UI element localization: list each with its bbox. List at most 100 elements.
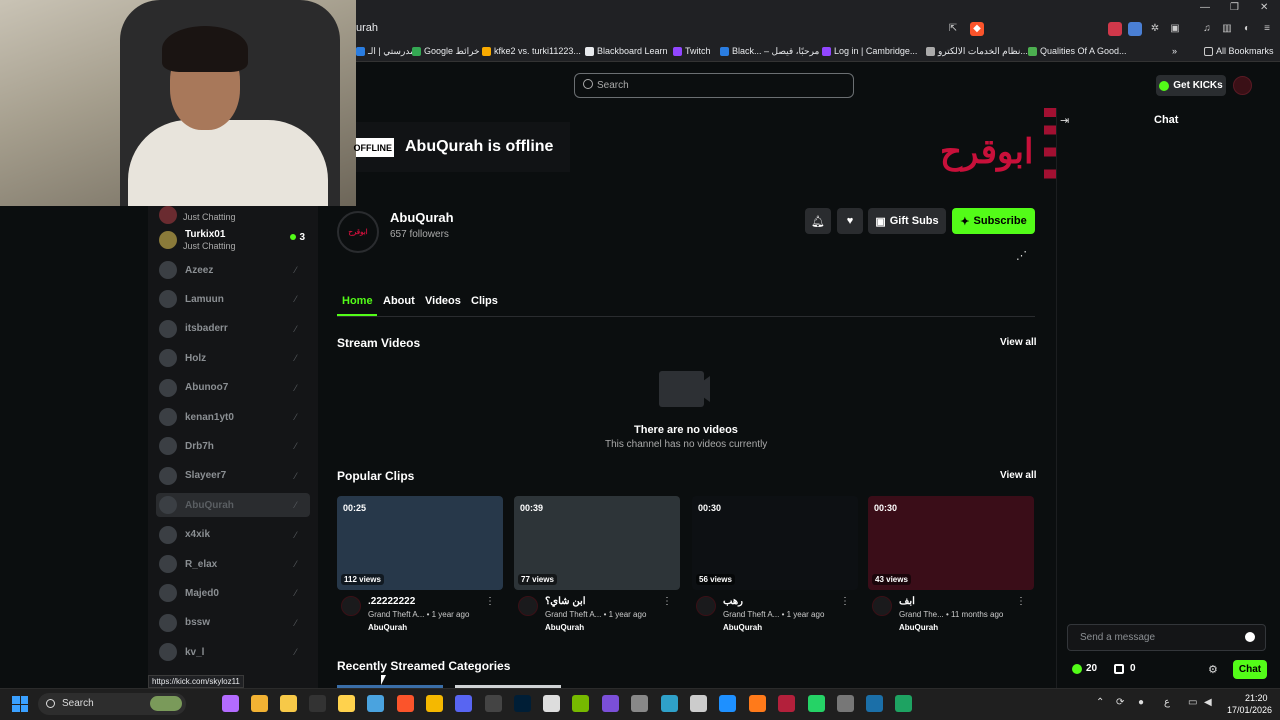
sidebar-item-offline[interactable]: bssw ⁄ <box>156 611 310 635</box>
subscribe-button[interactable]: ✦ Subscribe <box>952 208 1035 234</box>
kebab-menu-icon[interactable]: ⋮ <box>662 596 672 607</box>
media-icon[interactable]: ♫ <box>1200 22 1214 36</box>
folder-blue-icon[interactable] <box>719 695 736 712</box>
minimize-icon[interactable]: — <box>1200 2 1210 13</box>
translate-icon[interactable] <box>1128 22 1142 36</box>
clip-thumbnail[interactable]: 00:25 112 views <box>337 496 503 590</box>
discord-icon[interactable] <box>455 695 472 712</box>
follow-heart-icon[interactable]: ♥ <box>837 208 863 234</box>
tray-overflow-icon[interactable]: ⌃ <box>1096 697 1104 708</box>
copilot-icon[interactable] <box>222 695 239 712</box>
sidebar-item-offline[interactable]: AbuQurah ⁄ <box>156 493 310 518</box>
bookmark-item[interactable]: Blackboard Learn <box>585 46 668 56</box>
restore-icon[interactable]: ❐ <box>1230 2 1239 13</box>
network-icon[interactable]: ▭ <box>1188 697 1197 708</box>
clip-title[interactable]: .22222222 <box>368 596 415 607</box>
share-page-icon[interactable]: ⇱ <box>946 22 960 36</box>
sync-icon[interactable]: ⟳ <box>1116 697 1124 708</box>
kebab-menu-icon[interactable]: ⋮ <box>840 596 850 607</box>
kicks-balance[interactable]: 20 <box>1072 663 1097 674</box>
whatsapp-icon[interactable] <box>808 695 825 712</box>
all-bookmarks[interactable]: All Bookmarks <box>1204 46 1274 56</box>
rockstar-icon[interactable] <box>426 695 443 712</box>
pictures-icon[interactable] <box>690 695 707 712</box>
bookmarks-overflow-icon[interactable]: » <box>1172 46 1177 56</box>
avatar[interactable] <box>518 596 538 616</box>
extension-icon[interactable] <box>1108 22 1122 36</box>
epic-games-icon[interactable] <box>309 695 326 712</box>
leo-icon[interactable]: ◐ <box>1240 22 1254 36</box>
edge-icon[interactable] <box>661 695 678 712</box>
obs-icon[interactable] <box>485 695 502 712</box>
close-icon[interactable]: ✕ <box>1260 2 1268 13</box>
bookmark-item[interactable]: Qualities Of A Good... <box>1028 46 1127 56</box>
bookmark-item[interactable]: مدرستي | الـ <box>356 46 415 57</box>
clock-time[interactable]: 21:20 <box>1245 693 1268 703</box>
chat-send-button[interactable]: Chat <box>1233 660 1267 679</box>
sidebar-item-offline[interactable]: Drb7h ⁄ <box>156 434 310 458</box>
clip-thumbnail[interactable]: 00:30 43 views <box>868 496 1034 590</box>
app-red-icon[interactable] <box>778 695 795 712</box>
clip-user[interactable]: AbuQurah <box>723 623 762 632</box>
autodesk-icon[interactable] <box>749 695 766 712</box>
clip-title[interactable]: ابف <box>899 596 915 607</box>
file-explorer-icon[interactable] <box>280 695 297 712</box>
kebab-menu-icon[interactable]: ⋮ <box>485 596 495 607</box>
stream-videos-view-all[interactable]: View all <box>1000 337 1037 348</box>
sidebar-item-offline[interactable]: Slayeer7 ⁄ <box>156 464 310 488</box>
bookmark-item[interactable]: Black... – مرحبًا، فيصل <box>720 46 819 57</box>
clip-thumbnail[interactable]: 00:39 77 views <box>514 496 680 590</box>
sidebar-item-offline[interactable]: Azeez ⁄ <box>156 258 310 282</box>
mail-icon[interactable] <box>631 695 648 712</box>
tab-about[interactable]: About <box>383 295 415 307</box>
kebab-menu-icon[interactable]: ⋮ <box>1016 596 1026 607</box>
clip-user[interactable]: AbuQurah <box>899 623 938 632</box>
notepad-icon[interactable] <box>367 695 384 712</box>
clock-date[interactable]: 17/01/2026 <box>1227 705 1272 715</box>
emote-icon[interactable] <box>1245 632 1255 642</box>
tab-videos[interactable]: Videos <box>425 295 461 307</box>
sidebar-item-offline[interactable]: itsbaderr ⁄ <box>156 317 310 341</box>
sidebar-item-offline[interactable]: Majed0 ⁄ <box>156 581 310 605</box>
collapse-chat-icon[interactable]: ⇥ <box>1060 114 1069 127</box>
bookmark-item[interactable]: kfke2 vs. turki11223... <box>482 46 581 56</box>
sidebar-item-offline[interactable]: Holz ⁄ <box>156 346 310 370</box>
store-icon[interactable] <box>338 695 355 712</box>
get-kicks-button[interactable]: Get KICKs <box>1156 75 1226 96</box>
sidebar-item-offline[interactable]: kv_l ⁄ <box>156 640 310 664</box>
language-indicator[interactable]: ع <box>1164 697 1170 708</box>
sidebar-item-offline[interactable]: R_elax ⁄ <box>156 552 310 576</box>
clip-thumbnail[interactable]: 00:30 56 views <box>692 496 858 590</box>
sidebar-item-live[interactable]: Turkix01 Just Chatting 3 <box>156 228 310 252</box>
sidebar-item-offline[interactable]: Abunoo7 ⁄ <box>156 376 310 400</box>
bookmark-item[interactable]: Google خرائط <box>412 46 480 57</box>
bookmark-item[interactable]: Twitch <box>673 46 711 56</box>
chrome-icon[interactable] <box>251 695 268 712</box>
steam-launcher-icon[interactable] <box>543 695 560 712</box>
sheets-icon[interactable] <box>895 695 912 712</box>
share-icon[interactable]: ⋰ <box>1016 249 1027 262</box>
steam-icon[interactable] <box>866 695 883 712</box>
tab-home[interactable]: Home <box>342 295 373 307</box>
bookmark-item[interactable]: Log in | Cambridge... <box>822 46 917 56</box>
avatar[interactable] <box>872 596 892 616</box>
clip-user[interactable]: AbuQurah <box>545 623 584 632</box>
sidebar-item-offline[interactable]: Lamuun ⁄ <box>156 287 310 311</box>
gift-subs-button[interactable]: ▣ Gift Subs <box>868 208 946 234</box>
brave-shield-icon[interactable]: ◆ <box>970 22 984 36</box>
extensions-icon[interactable]: ✲ <box>1148 22 1162 36</box>
tab-search-icon[interactable]: ▣ <box>1168 22 1182 36</box>
sidebar-item-offline[interactable]: x4xik ⁄ <box>156 523 310 547</box>
assistant-icon[interactable] <box>196 695 213 712</box>
sidebar-icon[interactable]: ▥ <box>1220 22 1234 36</box>
volume-icon[interactable]: ◀ <box>1204 697 1212 708</box>
clip-user[interactable]: AbuQurah <box>368 623 407 632</box>
popular-clips-view-all[interactable]: View all <box>1000 470 1037 481</box>
avatar[interactable] <box>696 596 716 616</box>
sidebar-item-partial[interactable]: Just Chatting <box>156 203 310 227</box>
obsidian-icon[interactable] <box>602 695 619 712</box>
bookmark-item[interactable]: نظام الخدمات الالكترو... <box>926 46 1028 57</box>
store-balance[interactable]: 0 <box>1114 663 1136 674</box>
brave-icon[interactable] <box>397 695 414 712</box>
windows-start-icon[interactable] <box>12 696 28 712</box>
